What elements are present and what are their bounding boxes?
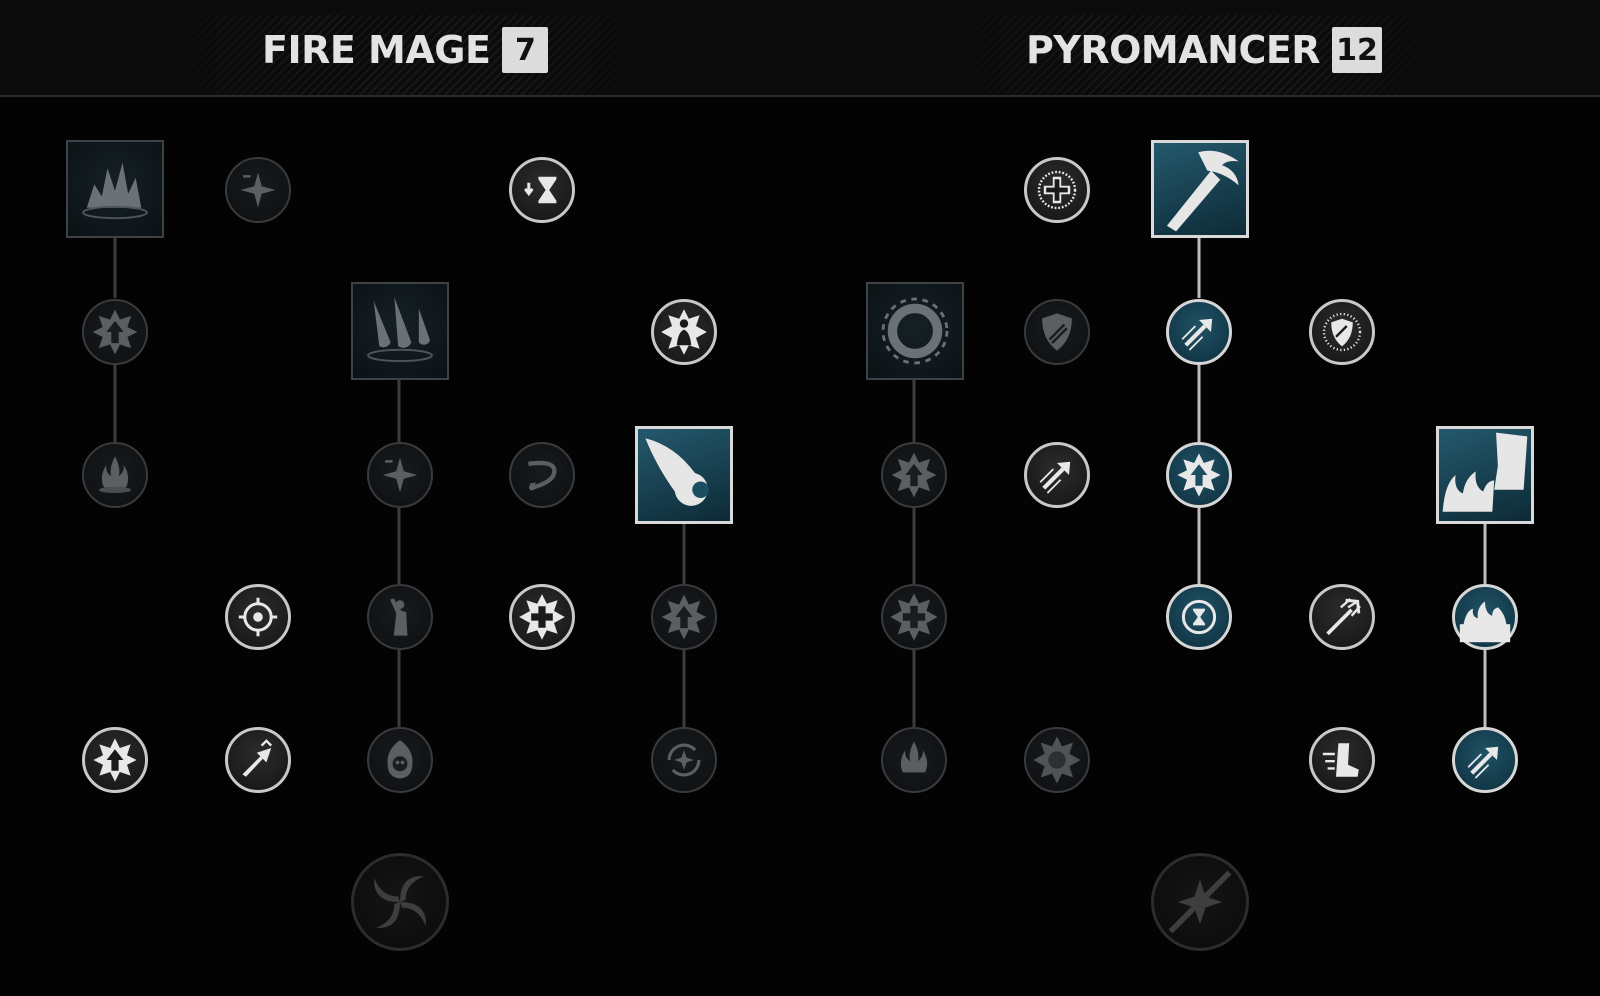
plus-burst-icon (890, 593, 938, 641)
ring-of-fire-skill[interactable] (866, 282, 964, 380)
healing-burst-passive[interactable] (509, 584, 575, 650)
ricochet-passive[interactable] (509, 442, 575, 508)
figure-raise-icon (390, 598, 408, 636)
fire-explosion-skill[interactable] (66, 140, 164, 238)
spiked-burst-passive[interactable] (1024, 727, 1090, 793)
up-arrow-burst-icon (92, 309, 138, 355)
sparkle-minus-icon (382, 457, 418, 493)
healing-passive[interactable] (1024, 157, 1090, 223)
crosshair-icon (238, 597, 278, 637)
flame-burst-icon (98, 456, 132, 493)
refresh-passive[interactable] (651, 727, 717, 793)
cooldown-reduction-passive[interactable] (509, 157, 575, 223)
pyromancer-ultimate[interactable] (1151, 853, 1249, 951)
ricochet-icon (528, 460, 557, 491)
plus-burst-icon (519, 594, 565, 640)
hourglass-down-icon (524, 176, 557, 204)
up-burst-passive-p1[interactable] (881, 442, 947, 508)
fireball-icon (645, 438, 709, 506)
dash-passive[interactable] (225, 727, 291, 793)
up-arrow-burst-icon (891, 452, 937, 498)
aura-figure-icon (661, 309, 707, 355)
sparkle-slash-icon (1168, 870, 1232, 934)
fire-ring-icon (881, 297, 949, 365)
skill-connectors (113, 237, 1487, 727)
trident-passive[interactable] (1309, 584, 1375, 650)
attack-speed-passive-3[interactable] (1452, 727, 1518, 793)
boot-icon (1322, 743, 1359, 777)
dash-arrow-icon (1181, 318, 1213, 351)
up-burst-passive-1[interactable] (82, 299, 148, 365)
plus-circle-icon (1037, 170, 1077, 210)
up-burst-passive-2[interactable] (651, 584, 717, 650)
vortex-icon (374, 876, 426, 928)
flames-passive[interactable] (1452, 584, 1518, 650)
burning-ground-passive[interactable] (82, 442, 148, 508)
trident-icon (1326, 598, 1361, 636)
cooldown-refresh-passive[interactable] (1166, 584, 1232, 650)
crosshair-passive[interactable] (225, 584, 291, 650)
heal-burst-passive-p[interactable] (881, 584, 947, 650)
fire-stomp-skill[interactable] (1436, 426, 1534, 524)
sparkle-minus-icon (240, 172, 276, 208)
attack-speed-passive-2[interactable] (1024, 442, 1090, 508)
explosion-icon (82, 162, 148, 220)
sparkle-minus-passive-2[interactable] (367, 442, 433, 508)
up-arrow-burst-icon (1177, 453, 1221, 497)
empowered-figure-passive[interactable] (367, 584, 433, 650)
radiant-shield-icon (1322, 312, 1362, 352)
refresh-icon (667, 743, 701, 777)
up-arrow-burst-icon (93, 738, 137, 782)
fireball-skill[interactable] (635, 426, 733, 524)
shield-icon (1042, 313, 1072, 351)
flame-burst-icon (900, 741, 928, 773)
dash-arrow-icon (1467, 746, 1499, 779)
flames-icon (1459, 601, 1511, 643)
attack-speed-passive-1[interactable] (1166, 299, 1232, 365)
flame-aura-passive[interactable] (651, 299, 717, 365)
skull-fire-icon (387, 740, 413, 779)
fire-burst-passive[interactable] (881, 727, 947, 793)
meteor-skill[interactable] (351, 282, 449, 380)
fire-mage-ultimate[interactable] (351, 853, 449, 951)
flame-sword-icon (1166, 150, 1239, 232)
shield-passive[interactable] (1024, 299, 1090, 365)
dash-arrow-icon (1039, 461, 1071, 494)
up-arrow-burst-icon (661, 594, 707, 640)
up-burst-passive-3[interactable] (82, 727, 148, 793)
sparkle-minus-passive[interactable] (225, 157, 291, 223)
spike-burst-icon (1033, 736, 1081, 784)
flame-sword-skill[interactable] (1151, 140, 1249, 238)
skull-fire-passive[interactable] (367, 727, 433, 793)
meteor-icon (367, 297, 433, 363)
speed-boot-passive[interactable] (1309, 727, 1375, 793)
up-burst-passive-p2[interactable] (1166, 442, 1232, 508)
hourglass-circle-icon (1181, 599, 1217, 635)
fire-stomp-icon (1442, 432, 1528, 512)
radiant-shield-passive[interactable] (1309, 299, 1375, 365)
dash-up-icon (242, 739, 273, 777)
